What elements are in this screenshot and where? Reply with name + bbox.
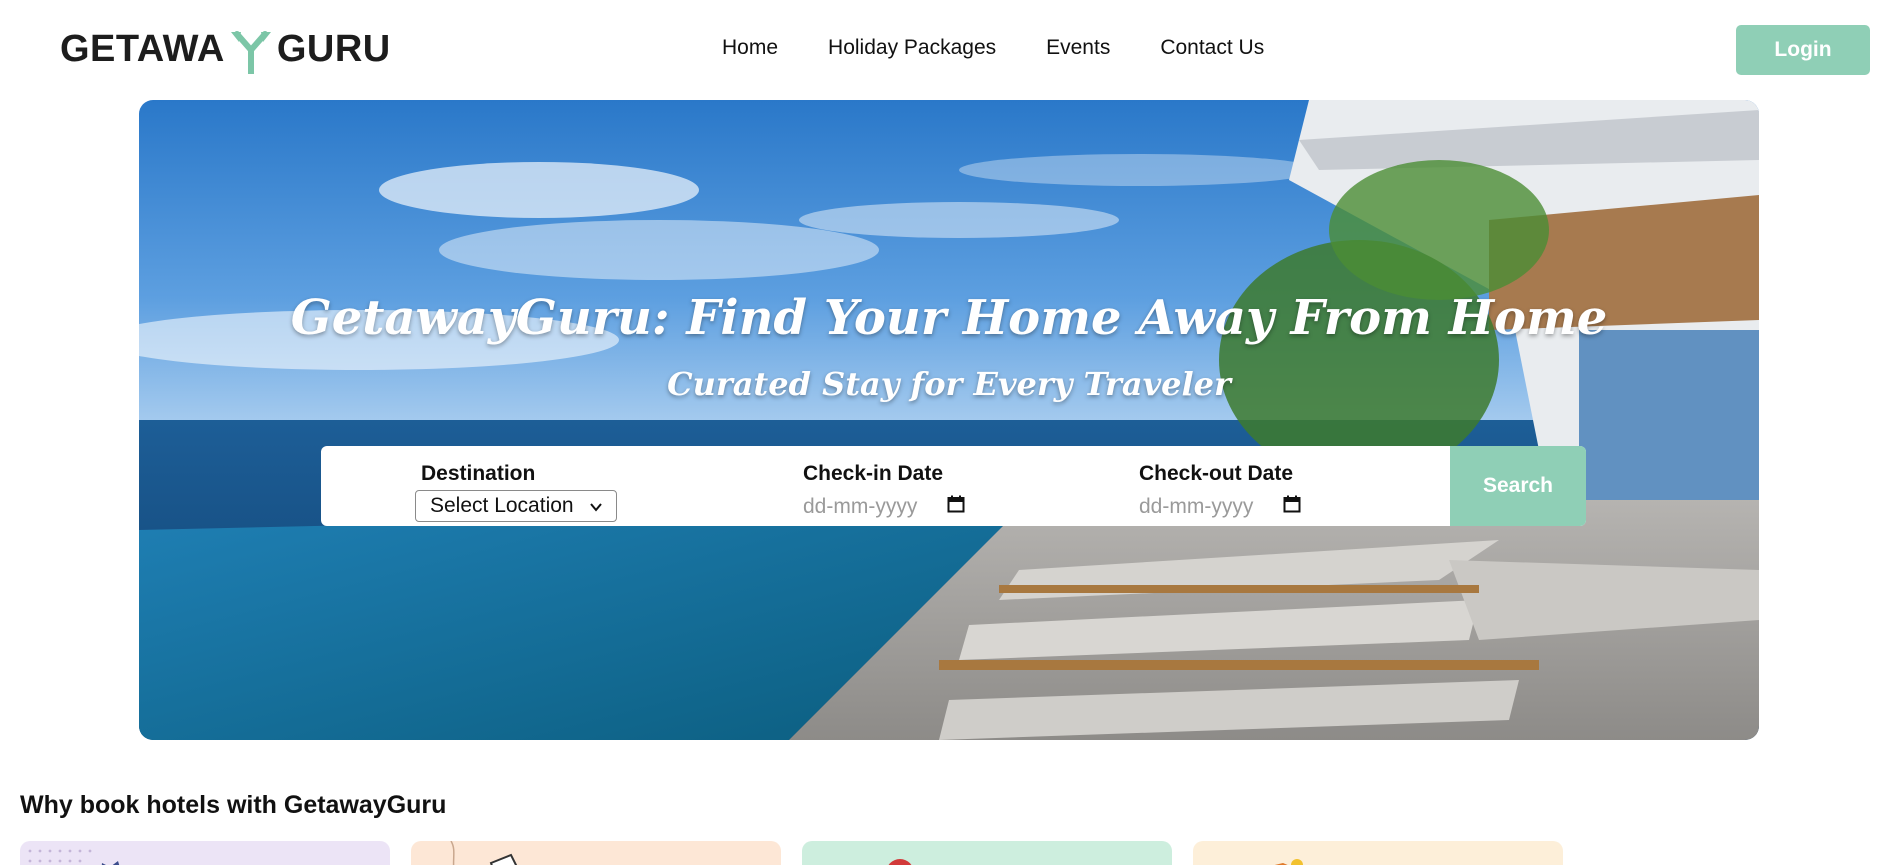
- checkin-label: Check-in Date: [803, 462, 944, 485]
- destination-label: Destination: [421, 462, 536, 485]
- site-logo[interactable]: GETAWA GURU: [60, 24, 391, 77]
- feature-card-3[interactable]: [802, 841, 1172, 865]
- y-arrow-logo-icon: [229, 28, 273, 77]
- main-nav: Home Holiday Packages Events Contact Us: [722, 36, 1264, 60]
- destination-select-value: Select Location: [430, 494, 574, 517]
- logo-text-left: GETAWA: [60, 27, 225, 70]
- nav-home[interactable]: Home: [722, 36, 778, 60]
- nav-events[interactable]: Events: [1046, 36, 1110, 60]
- logo-text-right: GURU: [276, 27, 391, 70]
- search-form: Destination Select Location Check-in Dat…: [321, 446, 1586, 526]
- hero-banner: GetawayGuru: Find Your Home Away From Ho…: [139, 100, 1759, 740]
- calendar-icon[interactable]: [947, 495, 965, 519]
- nav-contact-us[interactable]: Contact Us: [1160, 36, 1264, 60]
- checkout-placeholder: dd-mm-yyyy: [1139, 495, 1254, 518]
- site-header: GETAWA GURU Home Holiday Packages Events…: [0, 0, 1898, 100]
- feature-card-4[interactable]: [1193, 841, 1563, 865]
- checkout-label: Check-out Date: [1139, 462, 1294, 485]
- search-button[interactable]: Search: [1450, 446, 1586, 526]
- hero-subtitle: Curated Stay for Every Traveler: [667, 365, 1231, 403]
- feature-card-2[interactable]: [411, 841, 781, 865]
- why-section-title: Why book hotels with GetawayGuru: [20, 791, 447, 819]
- hero-background-image: [139, 100, 1759, 740]
- checkin-placeholder: dd-mm-yyyy: [803, 495, 918, 518]
- checkout-date-input[interactable]: dd-mm-yyyy: [1139, 492, 1301, 522]
- calendar-icon[interactable]: [1283, 495, 1301, 519]
- login-button[interactable]: Login: [1736, 25, 1870, 75]
- nav-holiday-packages[interactable]: Holiday Packages: [828, 36, 996, 60]
- destination-select[interactable]: Select Location: [415, 490, 617, 522]
- feature-card-1[interactable]: [20, 841, 390, 865]
- checkin-date-input[interactable]: dd-mm-yyyy: [803, 492, 965, 522]
- chevron-down-icon: [590, 494, 602, 518]
- hero-title: GetawayGuru: Find Your Home Away From Ho…: [290, 290, 1608, 346]
